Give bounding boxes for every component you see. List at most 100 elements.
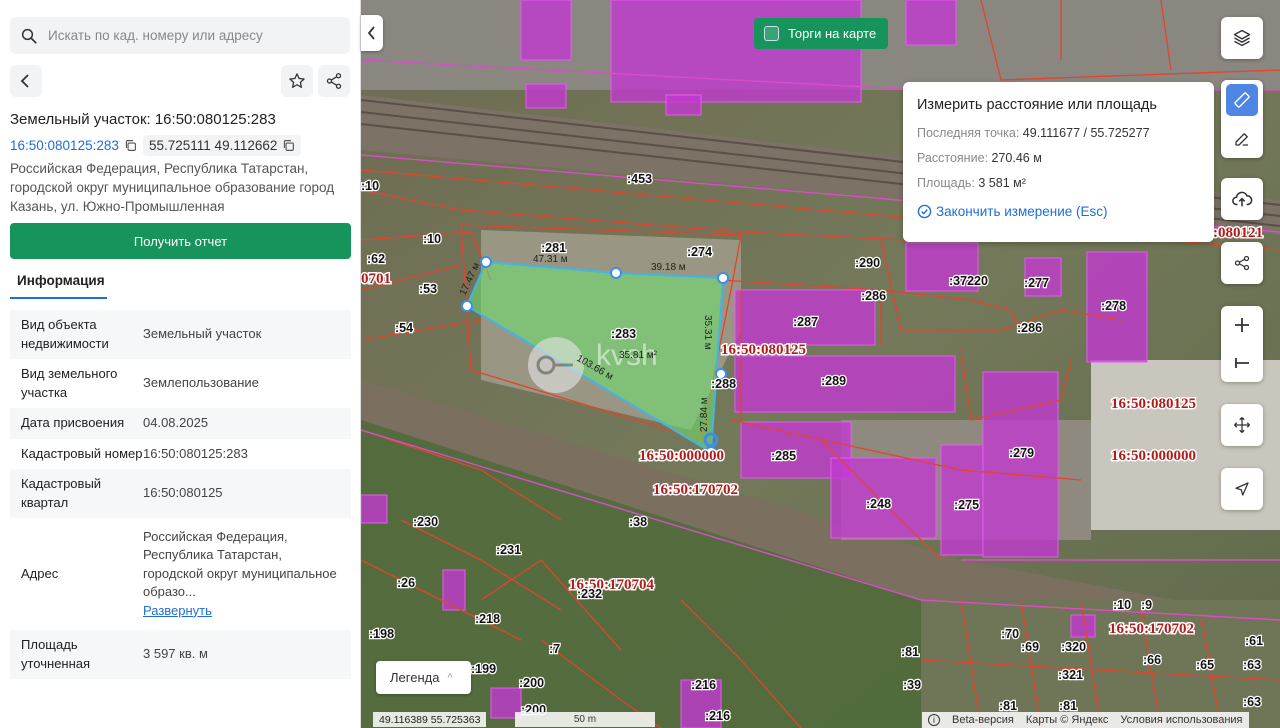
copy-icon[interactable] — [282, 139, 295, 152]
quarter-label: 0701 — [361, 271, 391, 287]
lot-label: :9 — [1141, 598, 1152, 612]
kad-number-chip[interactable]: 16:50:080125:283 — [10, 135, 137, 156]
beta-label: Beta-версия — [952, 714, 1014, 726]
info-row: Кадастровый квартал 16:50:080125 — [10, 469, 351, 518]
parcel-address: Российская Федерация, Республика Татарст… — [10, 161, 335, 214]
ruler-button[interactable] — [1221, 80, 1263, 119]
lot-label: :81 — [999, 699, 1017, 713]
lot-label: :453 — [627, 172, 652, 186]
share-icon — [326, 73, 342, 89]
quarter-label: 16:50:170702 — [1109, 621, 1194, 637]
checkbox[interactable] — [764, 26, 779, 41]
back-button[interactable] — [10, 65, 42, 97]
lot-label: :232 — [577, 587, 602, 601]
lot-label: :286 — [861, 289, 886, 303]
star-icon — [289, 73, 305, 88]
upload-button[interactable] — [1221, 178, 1263, 220]
page-title: Земельный участок: 16:50:080125:283 — [10, 111, 276, 128]
info-value: 3 597 кв. м — [143, 646, 208, 662]
info-table: Вид объекта недвижимости Земельный участо… — [10, 310, 351, 679]
measure-title: Измерить расстояние или площадь — [917, 97, 1157, 113]
lot-label: :198 — [369, 627, 394, 641]
info-row: Вид объекта недвижимости Земельный участо… — [10, 310, 351, 359]
finish-measure-button[interactable]: Закончить измерение (Esc) — [917, 204, 1200, 219]
coords-text: 55.725111 49.112662 — [149, 138, 278, 153]
lot-label: :285 — [771, 449, 796, 463]
segment-label: 47.31 м — [533, 254, 568, 265]
zoom-in-button[interactable] — [1221, 306, 1263, 344]
info-icon[interactable]: i — [928, 714, 940, 726]
tab-information[interactable]: Информация — [10, 267, 107, 299]
zoom-out-button[interactable] — [1221, 344, 1263, 382]
segment-label: 39.18 м — [651, 262, 686, 273]
search-box[interactable] — [10, 17, 350, 54]
lot-label: :216 — [691, 678, 716, 692]
info-row: Площадь уточненная 3 597 кв. м — [10, 630, 351, 679]
chevron-left-icon — [367, 26, 375, 40]
lot-label: :287 — [793, 315, 818, 329]
auctions-toggle[interactable]: Торги на карте — [754, 18, 888, 49]
info-value: 16:50:080125:283 — [143, 445, 248, 461]
lot-label: :279 — [1009, 446, 1034, 460]
lot-label: :38 — [629, 515, 647, 529]
lot-label: :39 — [903, 678, 921, 692]
lot-label: :275 — [954, 498, 979, 512]
lot-label: :289 — [821, 374, 846, 388]
lot-label: :199 — [471, 662, 496, 676]
cursor-coords: 49.116389 55.725363 — [373, 712, 487, 727]
quarter-label: :080121 — [1213, 225, 1263, 241]
scale-bar: 50 m — [515, 712, 655, 727]
segment-label: 35.31 м — [702, 315, 713, 350]
lot-label: :283 — [611, 327, 636, 341]
quarter-label: 16:50:080125 — [1111, 396, 1196, 412]
segment-label: 35.81 м² — [619, 350, 658, 361]
share-button[interactable] — [318, 65, 350, 97]
lot-label: :321 — [1058, 668, 1083, 682]
copy-icon[interactable] — [124, 139, 137, 152]
locate-button[interactable] — [1221, 468, 1263, 510]
terms-link[interactable]: Условия использования — [1120, 714, 1242, 726]
collapse-sidebar-button[interactable] — [361, 15, 383, 51]
chevron-up-icon: ^ — [447, 671, 453, 684]
minus-icon — [1235, 358, 1249, 368]
favorite-button[interactable] — [281, 65, 313, 97]
lot-label: :61 — [1245, 634, 1263, 648]
lot-label: :274 — [687, 245, 712, 259]
lot-label: :63 — [1243, 695, 1261, 709]
coords-chip[interactable]: 55.725111 49.112662 — [143, 135, 302, 156]
pan-button[interactable] — [1221, 404, 1263, 446]
info-row: Адрес Российская Федерация, Республика Та… — [10, 518, 351, 630]
quarter-label: 16:50:170702 — [653, 482, 738, 498]
lot-label: :248 — [866, 497, 891, 511]
edit-button[interactable] — [1221, 119, 1263, 158]
search-input[interactable] — [48, 28, 338, 43]
zoom-controls — [1221, 306, 1263, 382]
chevron-left-icon — [20, 74, 29, 88]
info-row: Кадастровый номер 16:50:080125:283 — [10, 439, 351, 470]
segment-label: 27.84 м — [699, 397, 710, 432]
lot-label: :81 — [901, 645, 919, 659]
info-row: Дата присвоения 04.08.2025 — [10, 408, 351, 439]
expand-link[interactable]: Развернуть — [143, 602, 340, 621]
lot-label: :63 — [1243, 658, 1261, 672]
lot-label: :277 — [1024, 276, 1049, 290]
lot-label: :7 — [549, 642, 560, 656]
lot-label: :320 — [1061, 640, 1086, 654]
lot-label: :216 — [705, 709, 730, 723]
layers-button[interactable] — [1221, 17, 1263, 59]
info-key: Вид земельного участка — [21, 366, 118, 400]
auctions-toggle-label: Торги на карте — [788, 26, 877, 41]
get-report-button[interactable]: Получить отчет — [10, 223, 351, 259]
lot-label: :10 — [1113, 598, 1131, 612]
measure-panel: Измерить расстояние или площадь Последня… — [903, 82, 1214, 242]
lot-label: :69 — [1021, 640, 1039, 654]
info-value: Российская Федерация, Республика Татарст… — [143, 528, 340, 621]
plus-icon — [1235, 318, 1249, 332]
search-icon — [21, 28, 37, 44]
lot-label: :62 — [367, 252, 385, 266]
lot-label: :200 — [519, 676, 544, 690]
move-icon — [1234, 417, 1250, 433]
lot-label: :286 — [1017, 321, 1042, 335]
connections-button[interactable] — [1221, 242, 1263, 284]
legend-button[interactable]: Легенда ^ — [376, 661, 471, 694]
